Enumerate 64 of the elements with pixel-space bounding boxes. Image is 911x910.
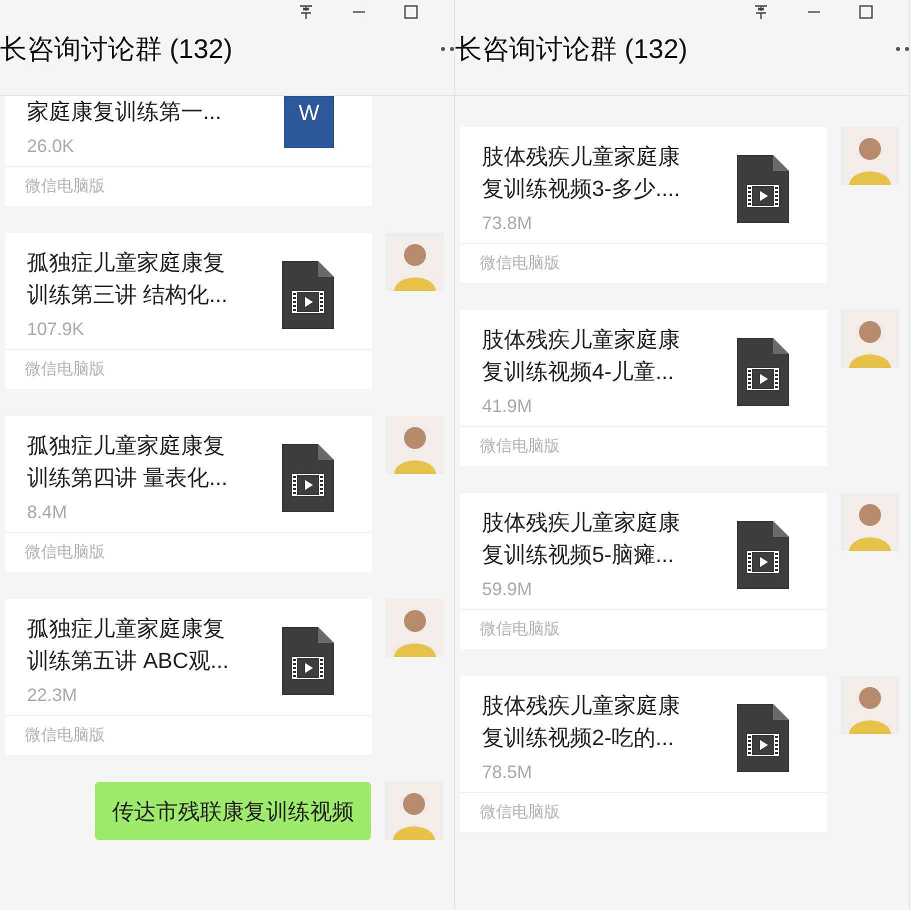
more-icon[interactable] [440,46,454,52]
file-name: 训练第三讲 结构化... [27,281,228,309]
maximize-icon[interactable] [404,4,418,20]
source-label: 微信电脑版 [25,176,105,196]
file-name: 复训练视频2-吃的... [482,724,675,752]
avatar[interactable] [841,493,899,551]
source-label: 微信电脑版 [480,620,560,640]
file-size: 8.4M [27,501,68,524]
file-size: 26.0K [27,135,76,158]
file-message-card[interactable]: 孤独症儿童家庭康复 训练第五讲 ABC观... 22.3M 微信电脑版 [5,599,372,755]
file-message-card[interactable]: 肢体残疾儿童家庭康 复训练视频4-儿童... 41.9M 微信电脑版 [460,310,827,466]
source-label: 微信电脑版 [25,726,105,746]
avatar[interactable] [841,676,899,734]
avatar[interactable] [386,599,444,657]
avatar[interactable] [385,782,443,840]
file-name: 复训练视频3-多少.... [482,175,680,203]
file-message-card[interactable]: 家庭康复训练第一... 26.0K W 微信电脑版 [5,96,372,206]
video-file-icon [737,338,789,406]
file-name: 家庭康复训练第一... [27,98,222,126]
video-file-icon [282,261,334,329]
file-message-card[interactable]: 肢体残疾儿童家庭康 复训练视频3-多少.... 73.8M 微信电脑版 [460,127,827,283]
file-name: 肢体残疾儿童家庭康 [482,326,680,354]
file-size: 22.3M [27,684,78,707]
file-name: 孤独症儿童家庭康复 [27,249,226,277]
file-message-card[interactable]: 孤独症儿童家庭康复 训练第三讲 结构化... 107.9K 微信电脑版 [5,233,372,389]
file-size: 78.5M [482,761,534,784]
avatar[interactable] [386,233,444,291]
pin-icon[interactable] [753,4,769,20]
maximize-icon[interactable] [859,4,873,20]
avatar[interactable] [841,127,899,185]
source-label: 微信电脑版 [480,436,560,456]
video-file-icon [282,444,334,512]
file-name: 肢体残疾儿童家庭康 [482,509,680,537]
video-file-icon [282,627,334,695]
file-name: 肢体残疾儿童家庭康 [482,692,680,720]
video-file-icon [737,704,789,772]
file-message-card[interactable]: 孤独症儿童家庭康复 训练第四讲 量表化... 8.4M 微信电脑版 [5,416,372,572]
video-file-icon [737,155,789,223]
avatar[interactable] [386,416,444,474]
avatar[interactable] [841,310,899,368]
source-label: 微信电脑版 [25,542,105,562]
chat-title: 长咨询讨论群 (132) [0,32,233,66]
source-label: 微信电脑版 [480,802,560,822]
file-name: 孤独症儿童家庭康复 [27,615,226,643]
file-name: 训练第五讲 ABC观... [27,647,229,675]
file-name: 复训练视频5-脑瘫... [482,541,675,569]
source-label: 微信电脑版 [480,254,560,274]
word-file-icon: W [284,96,334,148]
chat-title: 长咨询讨论群 (132) [455,32,688,66]
file-size: 59.9M [482,578,534,601]
text-message-bubble[interactable]: 传达市残联康复训练视频 [95,782,371,840]
file-name: 孤独症儿童家庭康复 [27,432,226,460]
file-size: 73.8M [482,212,534,235]
pin-icon[interactable] [298,4,314,20]
more-icon[interactable] [895,46,909,52]
file-name: 训练第四讲 量表化... [27,464,228,492]
file-size: 107.9K [27,318,86,341]
source-label: 微信电脑版 [25,360,105,380]
file-message-card[interactable]: 肢体残疾儿童家庭康 复训练视频2-吃的... 78.5M 微信电脑版 [460,676,827,832]
file-message-card[interactable]: 肢体残疾儿童家庭康 复训练视频5-脑瘫... 59.9M 微信电脑版 [460,493,827,649]
video-file-icon [737,521,789,589]
file-name: 肢体残疾儿童家庭康 [482,143,680,171]
file-size: 41.9M [482,395,534,418]
file-name: 复训练视频4-儿童... [482,358,675,386]
